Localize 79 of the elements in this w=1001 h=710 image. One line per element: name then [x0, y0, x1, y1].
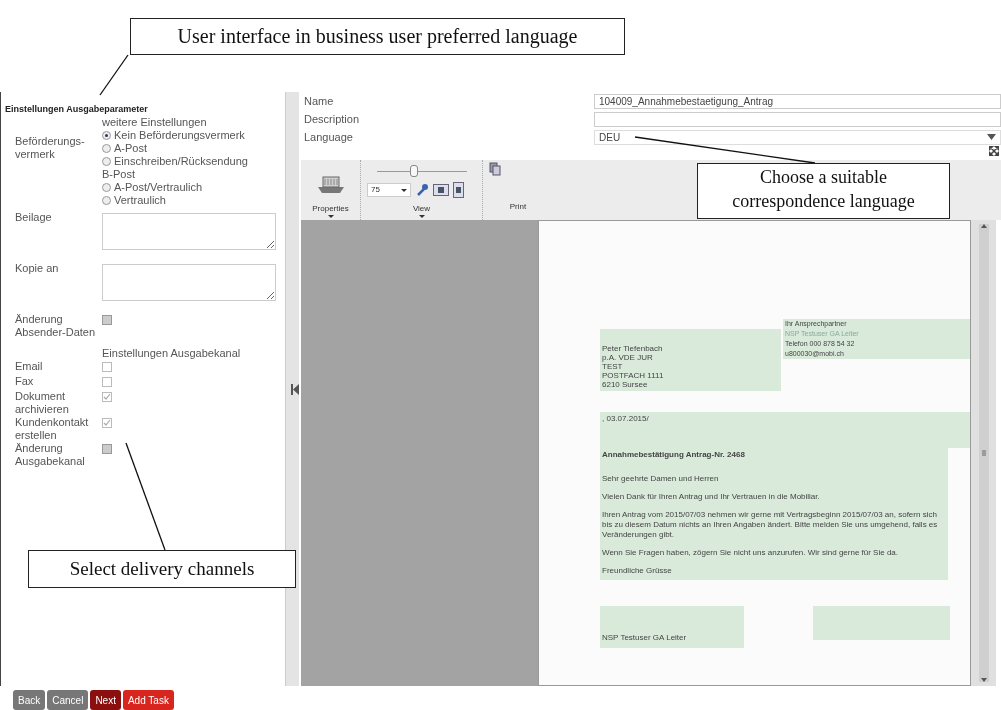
field-label: Beilage — [15, 211, 52, 223]
letter-paragraph: Sehr geehrte Damen und Herren — [602, 474, 720, 484]
field-label: Änderung Ausgabekanal — [15, 442, 85, 467]
callout-box: User interface in business user preferred language — [130, 18, 625, 55]
letter-subject: Annahmebestätigung Antrag-Nr. 2468 — [602, 450, 746, 460]
section-title: Einstellungen Ausgabeparameter — [5, 104, 149, 114]
wrench-icon[interactable] — [415, 183, 429, 197]
field-label: Kundenkontakt erstellen — [15, 416, 89, 441]
address-line: 6210 Sursee — [602, 380, 649, 389]
radio-option[interactable]: A-Post/Vertraulich — [102, 181, 277, 194]
checkbox[interactable] — [102, 444, 112, 454]
field-label: Beförderungs-vermerk — [15, 135, 85, 160]
field-label: Änderung Absender-Daten — [15, 313, 96, 338]
collapse-icon[interactable] — [291, 384, 299, 395]
option-label: Kein Beförderungsvermerk — [114, 129, 245, 142]
option-label: A-Post/Vertraulich — [114, 181, 203, 194]
letter-paragraph: Freundliche Grüsse — [602, 566, 673, 576]
field-label: Name — [303, 93, 335, 109]
address-line: p.A. VDE JUR — [602, 353, 654, 362]
radio-button[interactable] — [102, 131, 111, 140]
action-button[interactable]: Add Task — [122, 690, 174, 710]
caret-icon[interactable] — [418, 215, 425, 218]
scroll-up-icon[interactable] — [980, 224, 987, 228]
scroll-down-icon[interactable] — [980, 678, 987, 682]
radio-button[interactable] — [102, 157, 111, 166]
print-icon[interactable] — [489, 162, 501, 176]
nav-button[interactable]: Cancel — [47, 690, 89, 710]
text-area[interactable] — [102, 213, 276, 250]
radio-button[interactable] — [102, 196, 111, 205]
option-label: Vertraulich — [114, 194, 166, 207]
group-heading: weitere Einstellungen — [102, 116, 207, 128]
slider-thumb[interactable] — [409, 165, 418, 177]
radio-button[interactable] — [102, 183, 111, 192]
address-line: Peter Tiefenbach — [602, 344, 664, 353]
fit-width-icon[interactable] — [433, 184, 449, 196]
toolbar-label: Print — [509, 201, 527, 213]
group-label: B-Post — [102, 168, 136, 181]
scrollbar[interactable] — [978, 224, 989, 682]
option-label: Einschreiben/Rücksendung — [114, 155, 248, 168]
callout-box: Choose a suitable correspondence language — [697, 163, 950, 219]
text-field[interactable] — [594, 111, 1001, 127]
text-field[interactable]: 104009_Annahmebestaetigung_Antrag — [594, 93, 1001, 109]
language-select[interactable]: DEU — [594, 129, 1001, 145]
address-line: TEST — [602, 362, 624, 371]
address-line: POSTFACH 1111 — [602, 371, 665, 380]
group-heading: Einstellungen Ausgabekanal — [102, 347, 241, 359]
text-area[interactable] — [102, 264, 276, 301]
leader-line — [99, 54, 129, 96]
caret-icon — [401, 188, 407, 192]
letter-paragraph: Ihren Antrag vom 2015/07/03 nehmen wir gerne mit Vertragsbeginn 2015/07/03 an, sofern sich bis zu diesem Datum nichts an Ihren Angaben ändert. Bitte melden Sie uns umgehend, falls es Veränderungen gibt. — [602, 510, 939, 540]
expand-icon[interactable] — [989, 146, 999, 156]
radio-button[interactable] — [102, 144, 111, 153]
signature-name: NSP Testuser GA Leiter — [602, 633, 687, 643]
option-label: A-Post — [114, 142, 147, 155]
caret-icon[interactable] — [327, 215, 334, 218]
field-label: Kopie an — [15, 262, 59, 274]
field-label: Dokument archivieren — [15, 390, 69, 415]
fit-height-icon[interactable] — [453, 182, 464, 198]
radio-option[interactable]: A-Post — [102, 142, 277, 155]
toolbar-label: Properties — [312, 203, 349, 215]
radio-option[interactable]: Kein Beförderungsvermerk — [102, 129, 277, 142]
scroll-grip-icon[interactable] — [981, 450, 986, 456]
radio-option[interactable]: Vertraulich — [102, 194, 277, 207]
letter-paragraph: Wenn Sie Fragen haben, zögern Sie nicht uns anzurufen. Wir sind gerne für Sie da. — [602, 548, 900, 558]
callout-box: Select delivery channels — [28, 550, 296, 588]
field-label: Language — [303, 129, 354, 145]
field-label: Fax — [15, 375, 34, 387]
tray-icon[interactable] — [315, 173, 346, 195]
toolbar-label: View — [412, 203, 431, 215]
radio-option[interactable]: Einschreiben/Rücksendung — [102, 155, 277, 168]
caret-icon — [987, 134, 996, 140]
field-label: Description — [303, 111, 361, 127]
checkbox[interactable] — [102, 315, 112, 325]
zoom-select[interactable]: 75 — [367, 183, 411, 197]
slider[interactable] — [377, 163, 467, 177]
field-label: Email — [15, 360, 43, 372]
letter-paragraph: Vielen Dank für Ihren Antrag und Ihr Vertrauen in die Mobiliar. — [602, 492, 821, 502]
nav-button[interactable]: Back — [13, 690, 46, 710]
action-button[interactable]: Next — [90, 690, 121, 710]
